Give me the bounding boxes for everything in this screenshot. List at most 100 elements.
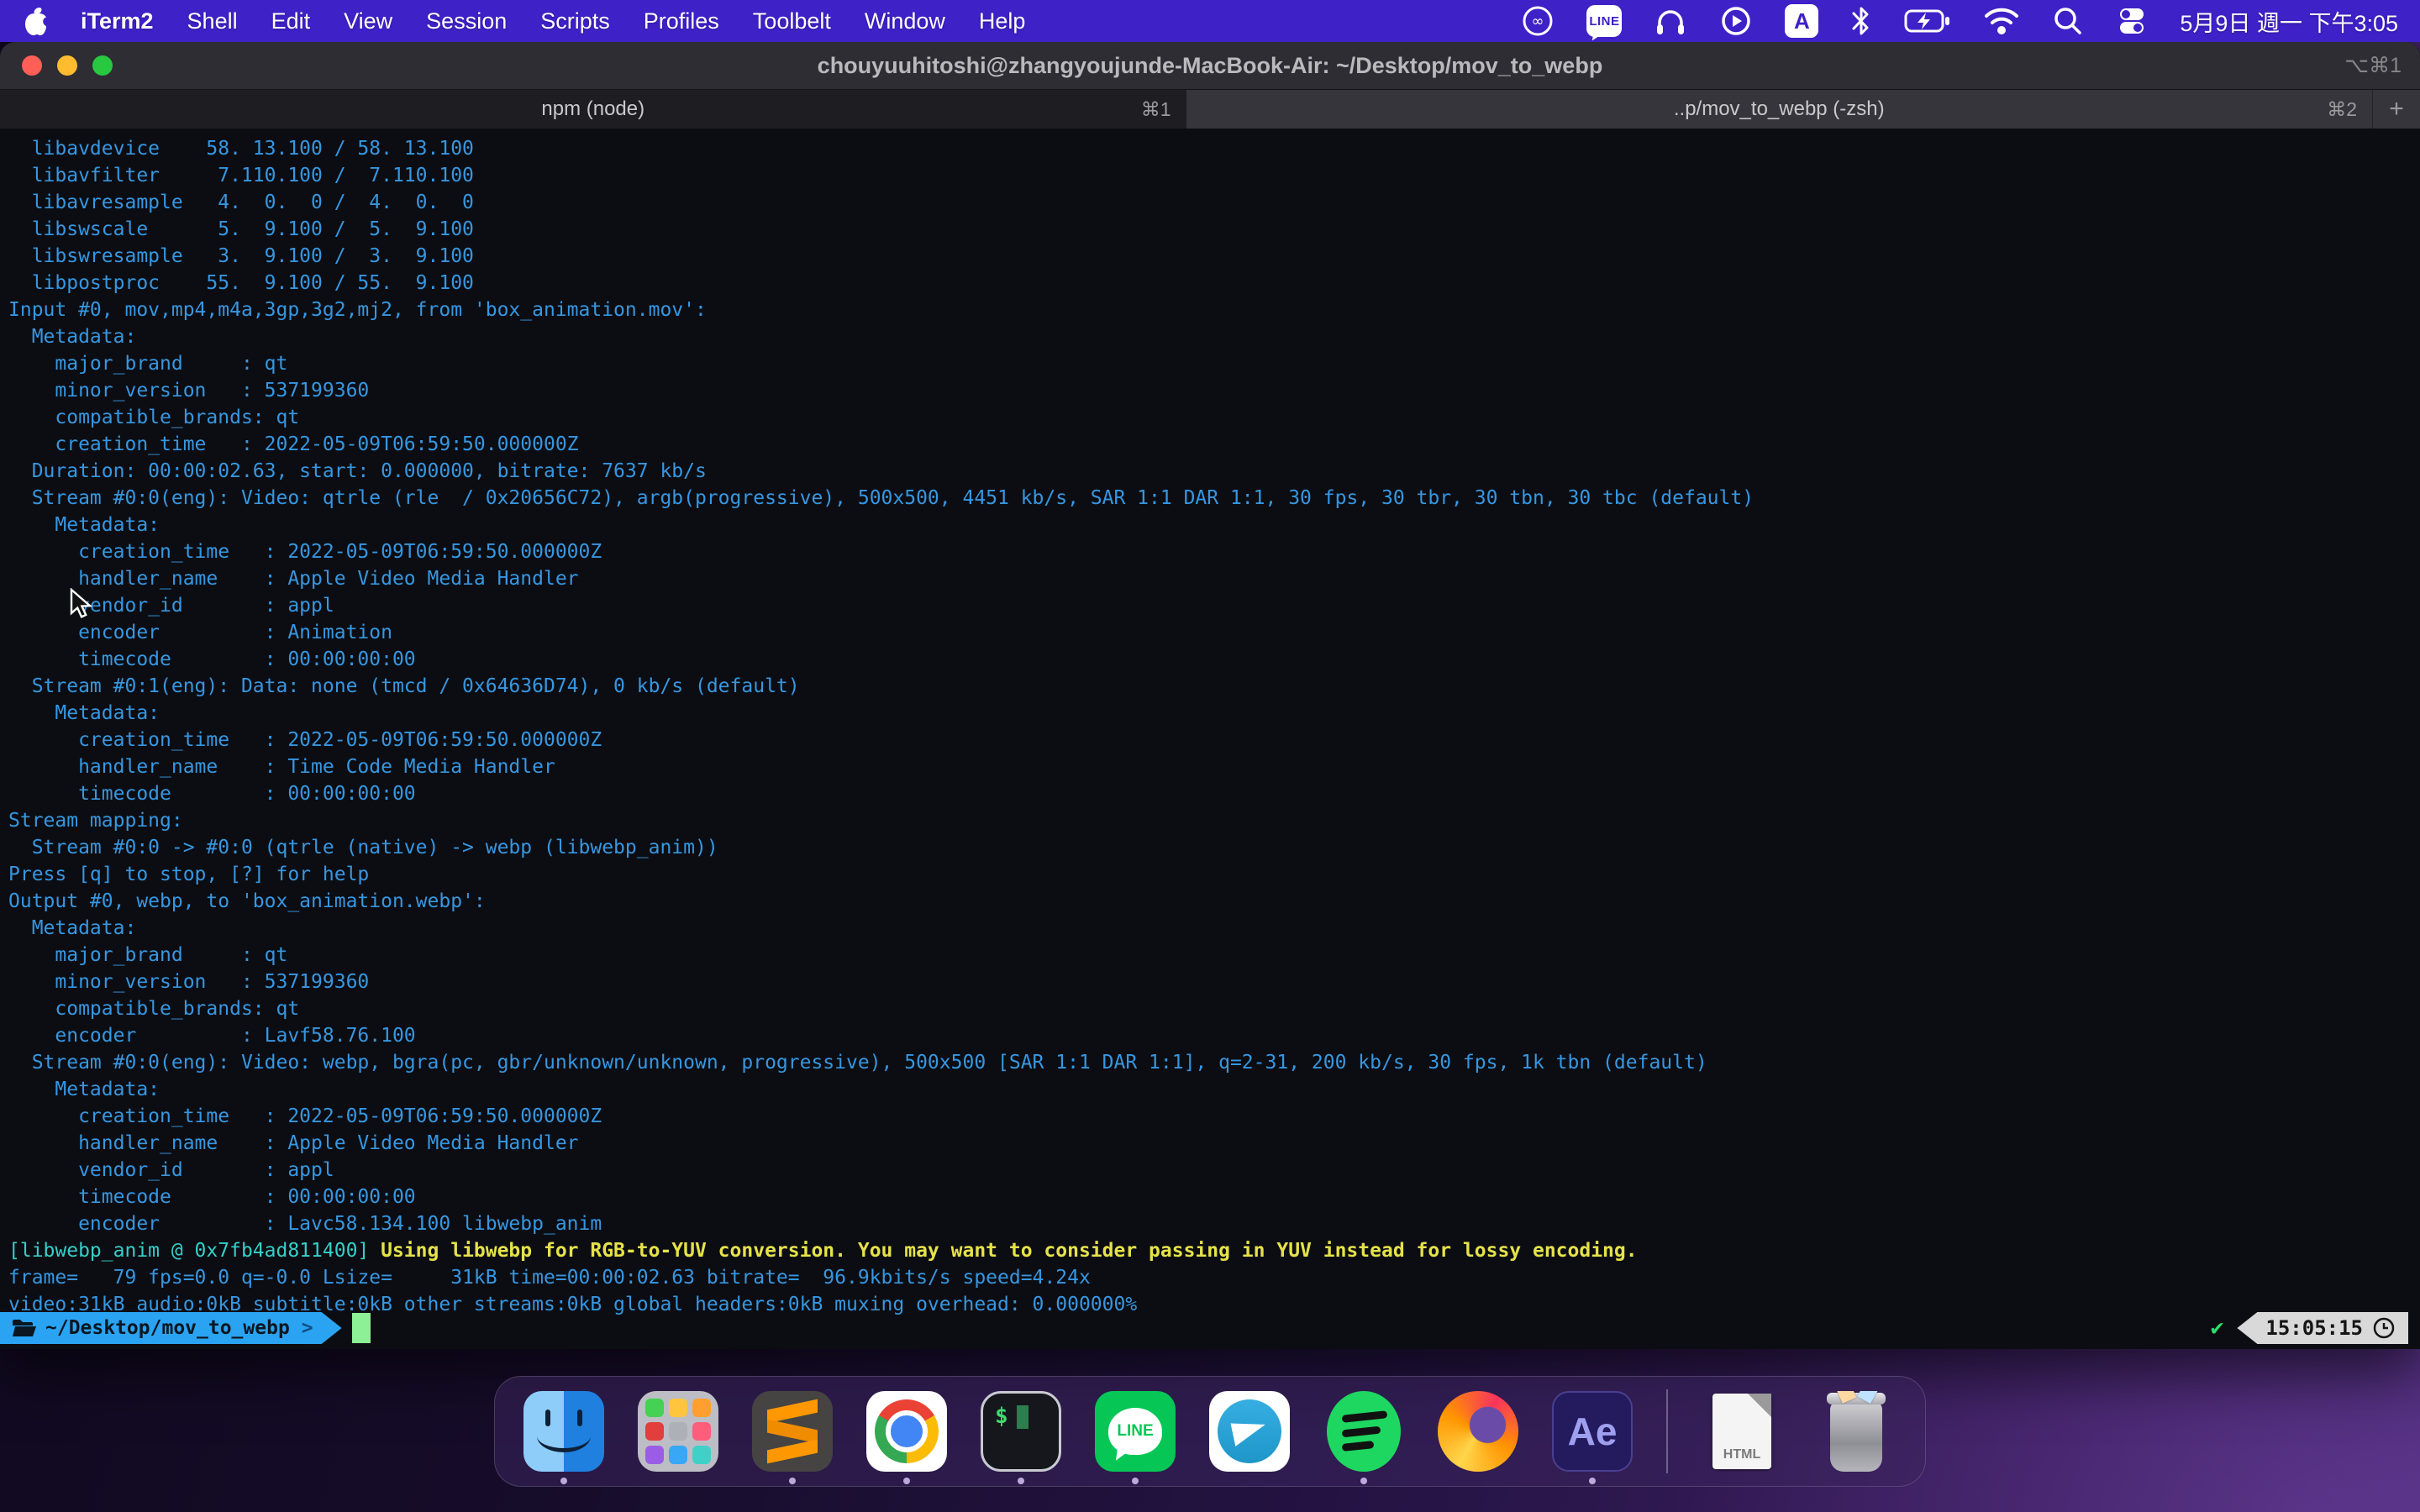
mouse-cursor [70,588,98,626]
tab-npm-node[interactable]: npm (node) ⌘1 [0,90,1186,129]
dock-item-chrome[interactable] [866,1391,947,1472]
tab-label: npm (node) [541,97,644,121]
prompt-path-segment: ~/Desktop/mov_to_webp > [0,1312,342,1344]
dock-item-telegram[interactable] [1209,1391,1290,1472]
bluetooth-icon[interactable] [1850,4,1872,38]
dock-item-sublime-text[interactable] [752,1391,833,1472]
terminal-line: libswscale 5. 9.100 / 5. 9.100 [8,216,2420,243]
tab-label: ..p/mov_to_webp (-zsh) [1674,97,1885,121]
menubar-clock[interactable]: 5月9日 週一 下午3:05 [2180,5,2398,38]
dock-item-trash[interactable] [1816,1391,1897,1472]
traffic-lights [22,55,113,76]
menu-item-session[interactable]: Session [426,8,507,34]
zoom-button[interactable] [92,55,113,76]
dock-separator [1666,1389,1668,1473]
right-prompt-status: ✔ 15:05:15 [2211,1312,2408,1344]
clock-icon [2373,1317,2395,1339]
minimize-button[interactable] [57,55,77,76]
running-indicator [903,1478,910,1484]
sublime-text-icon [752,1391,833,1472]
firefox-icon [1438,1391,1518,1472]
success-check-icon: ✔ [2211,1315,2224,1341]
window-titlebar[interactable]: chouyuuhitoshi@zhangyoujunde-MacBook-Air… [0,42,2420,89]
play-circle-icon[interactable] [1719,4,1753,38]
dock-item-after-effects[interactable]: Ae [1552,1391,1633,1472]
iterm-icon: $ [981,1391,1061,1472]
terminal-line: compatible_brands: qt [8,404,2420,431]
terminal-line: creation_time : 2022-05-09T06:59:50.0000… [8,538,2420,565]
menu-item-view[interactable]: View [344,8,392,34]
terminal-line: timecode : 00:00:00:00 [8,780,2420,807]
dock-item-launchpad[interactable] [638,1391,718,1472]
creative-cloud-icon[interactable]: ∞ [1521,4,1555,38]
iterm-window: chouyuuhitoshi@zhangyoujunde-MacBook-Air… [0,42,2420,1349]
terminal-line: timecode : 00:00:00:00 [8,1184,2420,1210]
tab-shortcut: ⌘1 [1141,98,1171,121]
running-indicator [1018,1478,1024,1484]
terminal-line: Stream #0:0(eng): Video: webp, bgra(pc, … [8,1049,2420,1076]
spotlight-search-icon[interactable] [2052,5,2084,37]
apple-menu-icon[interactable] [22,6,47,36]
trash-icon [1816,1391,1897,1472]
running-indicator [1360,1478,1367,1484]
menu-item-iterm2[interactable]: iTerm2 [81,8,154,34]
terminal-line: libavfilter 7.110.100 / 7.110.100 [8,162,2420,189]
terminal-line: handler_name : Time Code Media Handler [8,753,2420,780]
terminal-line: Stream #0:0 -> #0:0 (qtrle (native) -> w… [8,834,2420,861]
screen: iTerm2 Shell Edit View Session Scripts Profile… [0,0,2420,1512]
new-tab-button[interactable]: + [2372,90,2420,129]
terminal-line: Metadata: [8,915,2420,942]
menu-item-window[interactable]: Window [865,8,945,34]
terminal-line: Stream #0:0(eng): Video: qtrle (rle / 0x… [8,485,2420,512]
dock-item-iterm[interactable]: $ [981,1391,1061,1472]
terminal-line: Press [q] to stop, [?] for help [8,861,2420,888]
menu-item-profiles[interactable]: Profiles [644,8,719,34]
window-title: chouyuuhitoshi@zhangyoujunde-MacBook-Air… [0,53,2420,79]
launchpad-icon [638,1391,718,1472]
close-button[interactable] [22,55,42,76]
dock-item-html-file[interactable]: HTML [1702,1391,1782,1472]
window-shortcut: ⌥⌘1 [2344,53,2402,78]
tab-mov-to-webp[interactable]: ..p/mov_to_webp (-zsh) ⌘2 [1186,90,2373,129]
wifi-icon[interactable] [1983,6,2020,36]
clock-widget: 15:05:15 [2237,1312,2408,1344]
terminal-content[interactable]: libavdevice 58. 13.100 / 58. 13.100 liba… [0,129,2420,1349]
dock-item-line[interactable]: LINE [1095,1391,1176,1472]
terminal-line: major_brand : qt [8,350,2420,377]
dock-item-finder[interactable] [523,1391,604,1472]
terminal-line: handler_name : Apple Video Media Handler [8,565,2420,592]
open-folder-icon [12,1318,37,1338]
terminal-line: Stream #0:1(eng): Data: none (tmcd / 0x6… [8,673,2420,700]
terminal-line: Metadata: [8,323,2420,350]
spotify-icon [1323,1391,1404,1472]
menu-item-help[interactable]: Help [979,8,1026,34]
terminal-line: Duration: 00:00:02.63, start: 0.000000, … [8,458,2420,485]
input-source-icon[interactable]: A [1785,4,1818,38]
line-app-icon: LINE [1095,1391,1176,1472]
terminal-line: Output #0, webp, to 'box_animation.webp'… [8,888,2420,915]
tab-shortcut: ⌘2 [2327,98,2357,121]
prompt-row: ~/Desktop/mov_to_webp > ✔ 15:05:15 [0,1311,2420,1345]
prompt-chevron: > [302,1315,313,1341]
menu-item-scripts[interactable]: Scripts [540,8,610,34]
terminal-line: libswresample 3. 9.100 / 3. 9.100 [8,243,2420,270]
menu-item-shell[interactable]: Shell [187,8,238,34]
line-icon[interactable]: LINE [1586,5,1622,37]
tab-bar: npm (node) ⌘1 ..p/mov_to_webp (-zsh) ⌘2 … [0,89,2420,129]
terminal-line: libavdevice 58. 13.100 / 58. 13.100 [8,135,2420,162]
terminal-line: creation_time : 2022-05-09T06:59:50.0000… [8,727,2420,753]
headphones-icon[interactable] [1654,4,1687,38]
menu-item-toolbelt[interactable]: Toolbelt [753,8,831,34]
prompt-time: 15:05:15 [2265,1315,2363,1341]
dock: $ LINE Ae HTML [494,1376,1926,1487]
dock-item-spotify[interactable] [1323,1391,1404,1472]
terminal-line: [libwebp_anim @ 0x7fb4ad811400] Using li… [8,1237,2420,1264]
terminal-line: major_brand : qt [8,942,2420,969]
menu-item-edit[interactable]: Edit [271,8,311,34]
control-center-icon[interactable] [2116,5,2148,37]
dock-item-firefox[interactable] [1438,1391,1518,1472]
terminal-line: handler_name : Apple Video Media Handler [8,1130,2420,1157]
html-file-icon: HTML [1702,1391,1782,1472]
battery-charging-icon[interactable] [1904,4,1951,38]
terminal-line: creation_time : 2022-05-09T06:59:50.0000… [8,1103,2420,1130]
